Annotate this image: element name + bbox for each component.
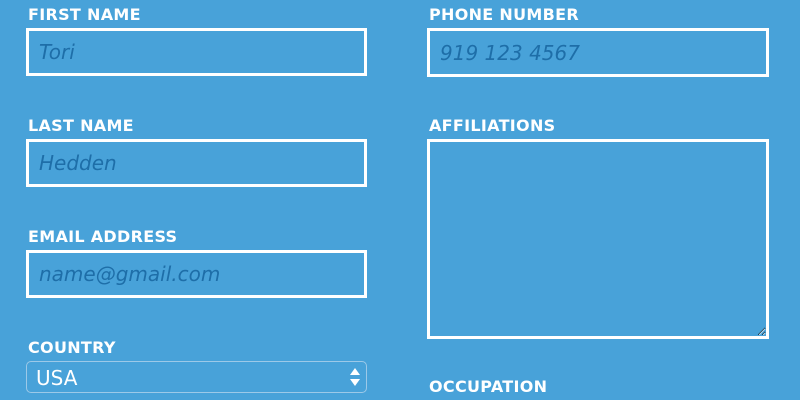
country-select[interactable]: USA bbox=[26, 361, 367, 393]
first-name-input[interactable] bbox=[26, 28, 367, 76]
email-address-label: EMAIL ADDRESS bbox=[28, 227, 178, 246]
registration-form: FIRST NAME LAST NAME EMAIL ADDRESS COUNT… bbox=[0, 0, 800, 400]
last-name-label: LAST NAME bbox=[28, 116, 134, 135]
country-label: COUNTRY bbox=[28, 338, 116, 357]
up-down-chevron-icon bbox=[350, 367, 360, 387]
phone-number-label: PHONE NUMBER bbox=[429, 5, 579, 24]
email-address-input[interactable] bbox=[26, 250, 367, 298]
first-name-label: FIRST NAME bbox=[28, 5, 141, 24]
phone-number-input[interactable] bbox=[427, 28, 769, 77]
occupation-label: OCCUPATION bbox=[429, 377, 548, 396]
last-name-input[interactable] bbox=[26, 139, 367, 187]
affiliations-label: AFFILIATIONS bbox=[429, 116, 556, 135]
affiliations-textarea[interactable] bbox=[427, 139, 769, 339]
country-select-value: USA bbox=[36, 366, 78, 390]
